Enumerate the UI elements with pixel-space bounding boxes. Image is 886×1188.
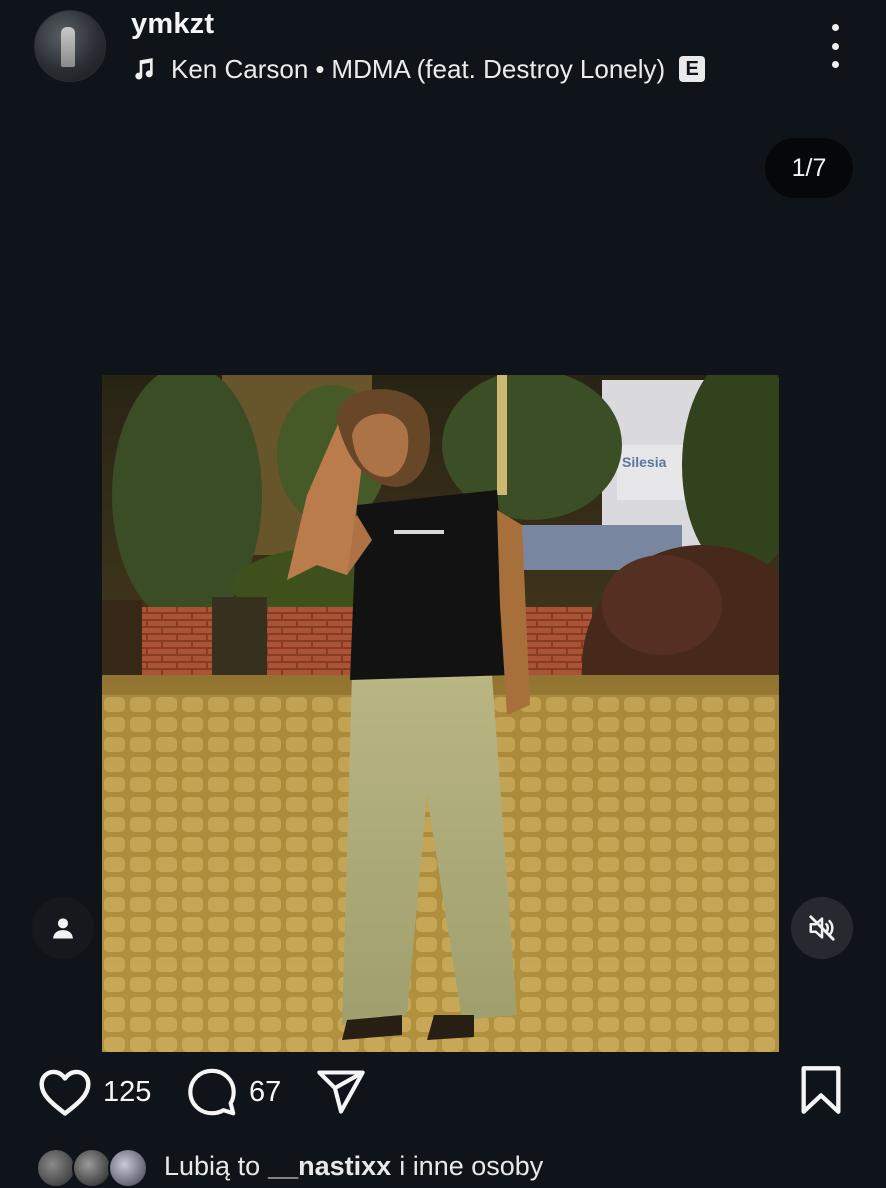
comment-button[interactable]: 67	[185, 1066, 281, 1118]
post-photo-illustration: Silesia	[102, 375, 779, 1052]
liked-by-row[interactable]: Lubią to __nastixx i inne osoby	[36, 1146, 543, 1188]
like-button[interactable]: 125	[37, 1066, 151, 1118]
avatar	[108, 1148, 148, 1188]
person-tag-button[interactable]	[32, 897, 94, 959]
person-icon	[53, 918, 73, 939]
post-header: ymkzt Ken Carson • MDMA (feat. Destroy L…	[0, 0, 886, 100]
music-info[interactable]: Ken Carson • MDMA (feat. Destroy Lonely)…	[131, 52, 706, 86]
mute-button[interactable]	[791, 897, 853, 959]
heart-icon	[39, 1069, 91, 1116]
paper-plane-icon	[317, 1070, 365, 1114]
comments-count[interactable]: 67	[249, 1076, 281, 1109]
music-separator: •	[315, 53, 325, 84]
liked-by-suffix[interactable]: i inne osoby	[399, 1151, 543, 1182]
username[interactable]: ymkzt	[131, 8, 214, 41]
action-bar: 125 67	[0, 1060, 886, 1124]
bookmark-icon	[801, 1066, 841, 1114]
comment-bubble-icon	[188, 1068, 236, 1116]
share-button[interactable]	[314, 1066, 368, 1118]
music-note-icon	[135, 58, 153, 80]
avatar[interactable]	[34, 10, 106, 82]
music-artist: Ken Carson	[171, 53, 309, 84]
liked-by-avatars	[36, 1148, 148, 1188]
more-vertical-icon	[831, 24, 839, 31]
post-photo[interactable]: Silesia	[102, 375, 779, 1052]
carousel-counter: 1/7	[765, 138, 853, 198]
explicit-badge: E	[679, 56, 706, 82]
likes-count[interactable]: 125	[103, 1076, 151, 1109]
save-button[interactable]	[799, 1064, 843, 1116]
music-track: MDMA (feat. Destroy Lonely)	[331, 53, 666, 84]
avatar	[36, 1148, 76, 1188]
more-options-button[interactable]	[818, 24, 852, 68]
avatar	[72, 1148, 112, 1188]
liked-by-name[interactable]: __nastixx	[268, 1151, 391, 1182]
speaker-muted-icon	[809, 915, 835, 941]
liked-by-prefix: Lubią to	[164, 1150, 261, 1181]
